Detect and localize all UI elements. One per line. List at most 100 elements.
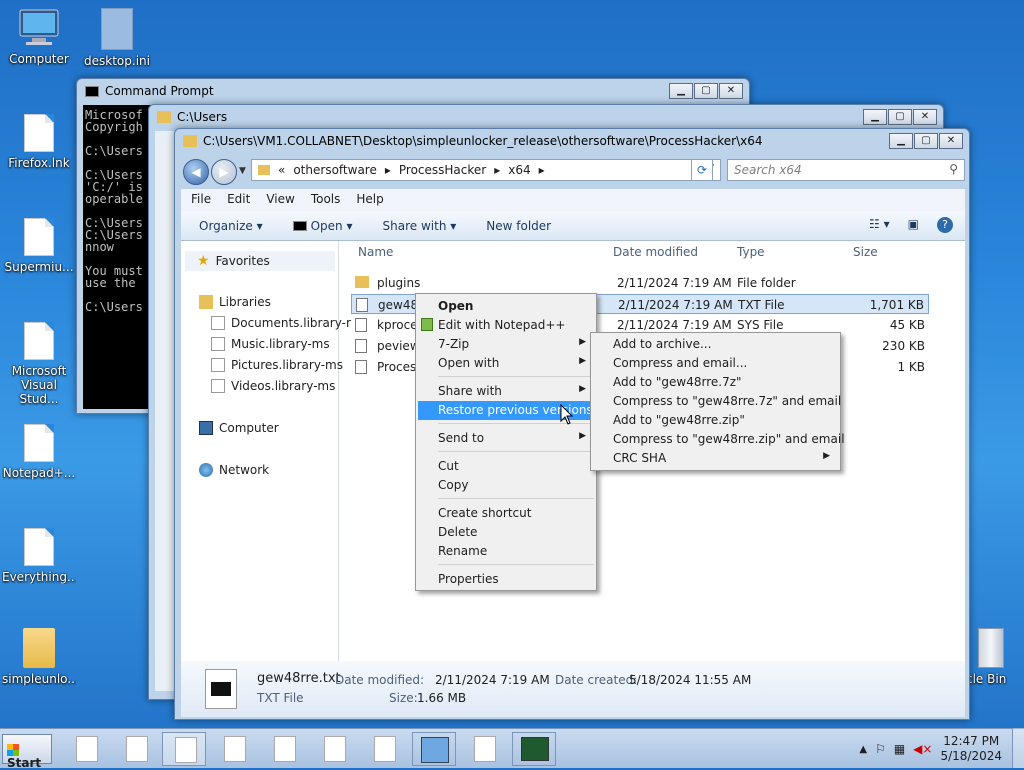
desktop-icon-simpleunlocker[interactable]: simpleunlo... — [2, 628, 76, 686]
column-header-date[interactable]: Date modified — [613, 245, 698, 259]
menu-file[interactable]: File — [191, 192, 211, 208]
taskbar-button-document[interactable] — [362, 732, 406, 766]
network-status-icon[interactable]: ▦ — [894, 742, 905, 756]
start-button[interactable]: Start — [2, 734, 52, 770]
zip-add-to-zip[interactable]: Add to "gew48rre.zip" — [593, 411, 838, 430]
menu-item-delete[interactable]: Delete — [418, 523, 594, 542]
taskbar-button-document[interactable] — [212, 732, 256, 766]
zip-add-to-7z[interactable]: Add to "gew48rre.7z" — [593, 373, 838, 392]
open-button[interactable]: Open ▾ — [292, 219, 353, 233]
help-icon[interactable]: ? — [937, 217, 953, 233]
close-button[interactable]: ✕ — [913, 109, 937, 125]
taskbar-button-document[interactable] — [162, 732, 206, 766]
menu-item-rename[interactable]: Rename — [418, 542, 594, 561]
menu-item-properties[interactable]: Properties — [418, 570, 594, 589]
nav-network[interactable]: Network — [199, 463, 269, 477]
file-size: 230 KB — [882, 339, 925, 353]
zip-compress-and-email[interactable]: Compress and email... — [593, 354, 838, 373]
forward-button[interactable]: ▶ — [211, 159, 237, 185]
maximize-button[interactable]: ▢ — [914, 133, 938, 149]
close-button[interactable]: ✕ — [939, 133, 963, 149]
breadcrumb-separator-icon[interactable]: ▸ — [539, 163, 545, 177]
nav-lib-label: Music.library-ms — [231, 337, 330, 351]
taskbar-button-document[interactable] — [312, 732, 356, 766]
column-header-name[interactable]: Name — [358, 245, 393, 259]
menu-view[interactable]: View — [266, 192, 294, 208]
breadcrumb-x64[interactable]: x64 — [508, 163, 530, 177]
desktop-icon-everything[interactable]: Everything... — [2, 528, 76, 584]
menu-item-send-to[interactable]: Send to ▶ — [418, 429, 594, 448]
menu-item-copy[interactable]: Copy — [418, 476, 594, 495]
cmd-titlebar[interactable]: Command Prompt — [77, 79, 749, 103]
refresh-button[interactable]: ⟳ — [691, 159, 713, 181]
file-type: TXT File — [738, 298, 785, 312]
zip-add-to-archive[interactable]: Add to archive... — [593, 335, 838, 354]
preview-pane-icon[interactable]: ▣ — [908, 217, 919, 233]
breadcrumb-back[interactable]: « — [278, 163, 285, 177]
nav-lib-music[interactable]: Music.library-ms — [211, 337, 330, 351]
taskbar-button-document[interactable] — [262, 732, 306, 766]
breadcrumb-separator-icon[interactable]: ▸ — [385, 163, 391, 177]
column-header-size[interactable]: Size — [853, 245, 878, 259]
action-center-flag-icon[interactable]: ⚐ — [875, 742, 886, 756]
maximize-button[interactable]: ▢ — [694, 83, 718, 99]
nav-lib-documents[interactable]: Documents.library-r — [211, 316, 351, 330]
clock[interactable]: 12:47 PM 5/18/2024 — [940, 734, 1002, 764]
taskbar-button-document[interactable] — [462, 732, 506, 766]
menu-item-edit-notepad[interactable]: Edit with Notepad++ — [418, 316, 594, 335]
nav-lib-pictures[interactable]: Pictures.library-ms — [211, 358, 343, 372]
desktop-icon-supermium[interactable]: Supermiu... — [2, 218, 76, 274]
taskbar-button-document[interactable] — [64, 732, 108, 766]
file-row-plugins[interactable]: plugins 2/11/2024 7:19 AM File folder — [351, 273, 929, 293]
zip-compress-7z-email[interactable]: Compress to "gew48rre.7z" and email — [593, 392, 841, 411]
nav-favorites[interactable]: ★ Favorites — [185, 251, 335, 271]
menu-item-open-with[interactable]: Open with ▶ — [418, 354, 594, 373]
minimize-button[interactable]: ▁ — [863, 109, 887, 125]
menu-help[interactable]: Help — [356, 192, 383, 208]
menu-item-share-with[interactable]: Share with ▶ — [418, 382, 594, 401]
new-folder-button[interactable]: New folder — [486, 219, 551, 233]
column-header-type[interactable]: Type — [737, 245, 765, 259]
file-size: 1,701 KB — [869, 298, 924, 312]
show-hidden-icons-button[interactable]: ▲ — [859, 744, 867, 755]
organize-button[interactable]: Organize ▾ — [199, 219, 263, 233]
nav-computer[interactable]: Computer — [199, 421, 279, 435]
nav-libraries[interactable]: Libraries — [199, 295, 271, 309]
desktop-icon-computer[interactable]: Computer — [2, 8, 76, 66]
show-desktop-button[interactable] — [1012, 728, 1024, 768]
breadcrumb-processhacker[interactable]: ProcessHacker — [399, 163, 486, 177]
minimize-button[interactable]: ▁ — [669, 83, 693, 99]
back-button[interactable]: ◀ — [183, 159, 209, 185]
zip-compress-zip-email[interactable]: Compress to "gew48rre.zip" and email — [593, 430, 845, 449]
menu-tools[interactable]: Tools — [311, 192, 341, 208]
volume-muted-icon[interactable]: ◀× — [913, 742, 932, 756]
menu-edit[interactable]: Edit — [227, 192, 250, 208]
taskbar-button-document[interactable] — [114, 732, 158, 766]
close-button[interactable]: ✕ — [719, 83, 743, 99]
cmd-console[interactable]: Microsof Copyrigh C:\Users C:\Users 'C:/' is… — [83, 105, 153, 409]
desktop-icon-visual-studio[interactable]: Microsoft Visual Stud... — [2, 322, 76, 406]
menu-item-7zip[interactable]: 7-Zip ▶ — [418, 335, 594, 354]
desktop-icon-desktop-ini[interactable]: desktop.ini — [80, 8, 154, 68]
taskbar-button-control-panel[interactable] — [412, 732, 456, 766]
explorer-titlebar[interactable]: C:\Users\VM1.COLLABNET\Desktop\simpleunl… — [175, 129, 969, 153]
desktop-icon-notepad[interactable]: Notepad+... — [2, 424, 76, 480]
breadcrumb-separator-icon[interactable]: ▸ — [494, 163, 500, 177]
menu-item-open[interactable]: Open — [418, 297, 594, 316]
share-with-button[interactable]: Share with ▾ — [383, 219, 457, 233]
search-icon[interactable]: ⚲ — [949, 162, 958, 176]
view-options-icon[interactable]: ☷ ▾ — [869, 217, 890, 233]
desktop-icon-firefox[interactable]: Firefox.lnk — [2, 114, 76, 170]
maximize-button[interactable]: ▢ — [888, 109, 912, 125]
address-bar[interactable]: « othersoftware ▸ ProcessHacker ▸ x64 ▸ … — [251, 159, 721, 181]
menu-item-create-shortcut[interactable]: Create shortcut — [418, 504, 594, 523]
zip-crc-sha[interactable]: CRC SHA ▶ — [593, 449, 838, 468]
recent-pages-dropdown[interactable]: ▼ — [239, 166, 246, 176]
minimize-button[interactable]: ▁ — [889, 133, 913, 149]
breadcrumb-othersoftware[interactable]: othersoftware — [293, 163, 377, 177]
taskbar-button-monitor[interactable] — [512, 732, 556, 766]
menu-item-cut[interactable]: Cut — [418, 457, 594, 476]
users-titlebar[interactable]: C:\Users — [149, 105, 943, 129]
search-input[interactable]: Search x64 ⚲ — [727, 159, 965, 181]
nav-lib-videos[interactable]: Videos.library-ms — [211, 379, 335, 393]
